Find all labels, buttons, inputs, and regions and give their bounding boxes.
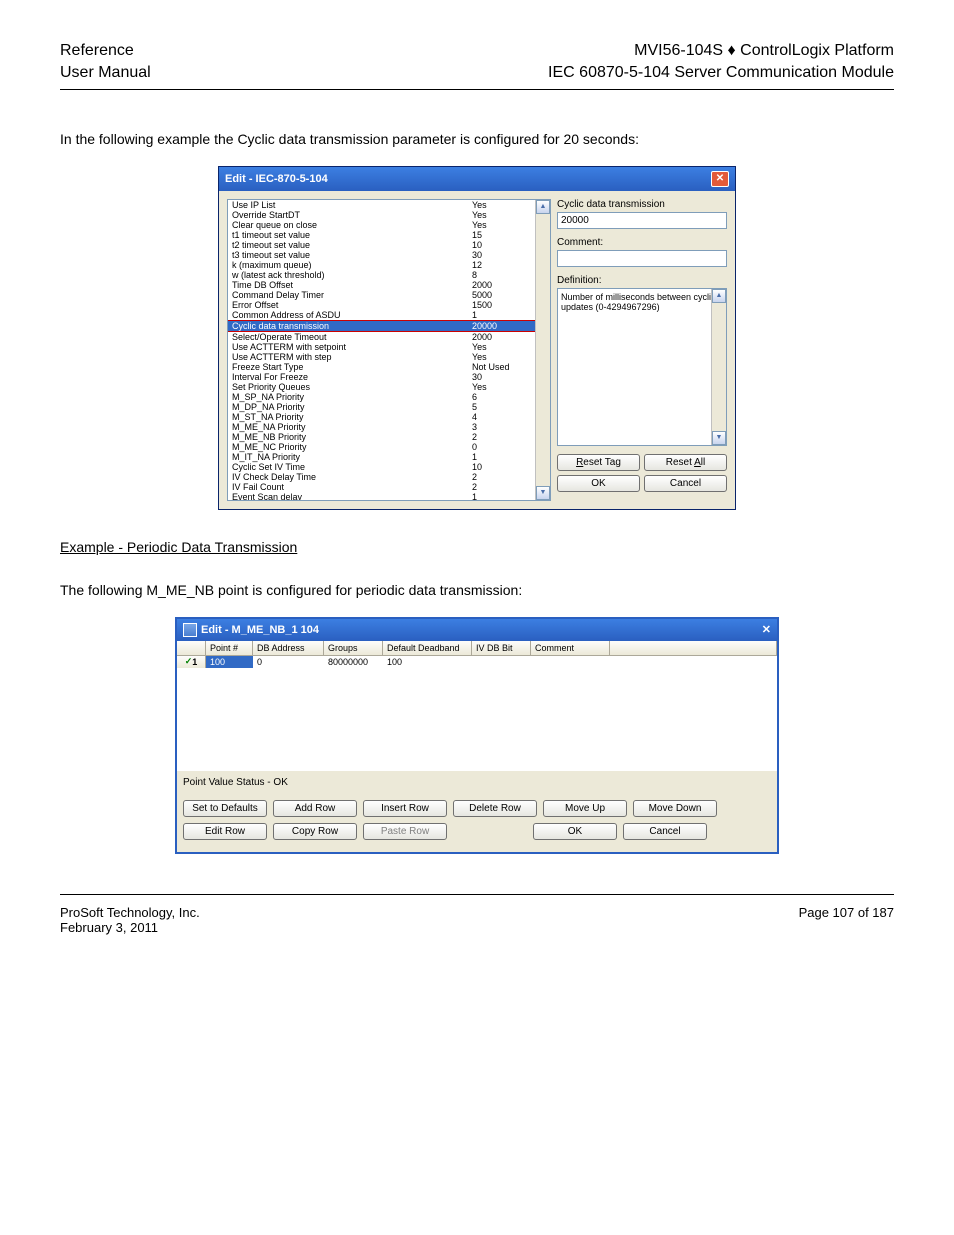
- reset-tag-button[interactable]: Reset Tag: [557, 454, 640, 471]
- param-row[interactable]: Common Address of ASDU1: [228, 310, 536, 320]
- param-row[interactable]: M_ST_NA Priority4: [228, 412, 536, 422]
- points-grid[interactable]: Point # DB Address Groups Default Deadba…: [177, 641, 777, 771]
- param-row[interactable]: Use ACTTERM with stepYes: [228, 352, 536, 362]
- param-row[interactable]: IV Check Delay Time2: [228, 472, 536, 482]
- param-row[interactable]: t1 timeout set value15: [228, 230, 536, 240]
- col-comment[interactable]: Comment: [531, 641, 610, 655]
- param-row[interactable]: Clear queue on closeYes: [228, 220, 536, 230]
- ok-button[interactable]: OK: [533, 823, 617, 840]
- cancel-button[interactable]: Cancel: [623, 823, 707, 840]
- intro-text: In the following example the Cyclic data…: [60, 130, 894, 150]
- param-row[interactable]: IV Fail Count2: [228, 482, 536, 492]
- header-left-bottom: User Manual: [60, 62, 151, 84]
- param-row[interactable]: M_DP_NA Priority5: [228, 402, 536, 412]
- header-left-top: Reference: [60, 40, 151, 62]
- comment-label: Comment:: [557, 237, 727, 248]
- edit-row-button[interactable]: Edit Row: [183, 823, 267, 840]
- param-row[interactable]: Set Priority QueuesYes: [228, 382, 536, 392]
- dialog1-title: Edit - IEC-870-5-104: [225, 173, 328, 185]
- param-row[interactable]: Cyclic Set IV Time10: [228, 462, 536, 472]
- param-row[interactable]: M_SP_NA Priority6: [228, 392, 536, 402]
- set-defaults-button[interactable]: Set to Defaults: [183, 800, 267, 817]
- definition-label: Definition:: [557, 275, 727, 286]
- param-row[interactable]: M_ME_NB Priority2: [228, 432, 536, 442]
- param-row[interactable]: Event Scan delay1: [228, 492, 536, 500]
- example-heading: Example - Periodic Data Transmission: [60, 538, 297, 558]
- add-row-button[interactable]: Add Row: [273, 800, 357, 817]
- param-value-input[interactable]: [557, 212, 727, 229]
- edit-iec-dialog: Edit - IEC-870-5-104 ✕ Use IP ListYesOve…: [218, 166, 736, 510]
- parameter-list[interactable]: Use IP ListYesOverride StartDTYesClear q…: [227, 199, 551, 501]
- footer-page: Page 107 of 187: [799, 905, 894, 935]
- param-row[interactable]: Override StartDTYes: [228, 210, 536, 220]
- footer-date: February 3, 2011: [60, 920, 200, 935]
- copy-row-button[interactable]: Copy Row: [273, 823, 357, 840]
- comment-input[interactable]: [557, 250, 727, 267]
- footer-company: ProSoft Technology, Inc.: [60, 905, 200, 920]
- param-row[interactable]: Select/Operate Timeout2000: [228, 332, 536, 342]
- ok-button[interactable]: OK: [557, 475, 640, 492]
- param-row[interactable]: Interval For Freeze30: [228, 372, 536, 382]
- edit-me-nb-dialog: Edit - M_ME_NB_1 104 ✕ Point # DB Addres…: [175, 617, 779, 854]
- param-row[interactable]: k (maximum queue)12: [228, 260, 536, 270]
- param-row[interactable]: Freeze Start TypeNot Used: [228, 362, 536, 372]
- param-row[interactable]: Use ACTTERM with setpointYes: [228, 342, 536, 352]
- col-groups[interactable]: Groups: [324, 641, 383, 655]
- table-row[interactable]: ✓1 100 0 80000000 100: [177, 656, 777, 668]
- window-icon: [183, 623, 197, 637]
- cancel-button[interactable]: Cancel: [644, 475, 727, 492]
- col-deadband[interactable]: Default Deadband: [383, 641, 472, 655]
- status-text: Point Value Status - OK: [177, 771, 777, 794]
- param-row[interactable]: Cyclic data transmission20000: [228, 320, 536, 332]
- param-row[interactable]: Use IP ListYes: [228, 200, 536, 210]
- dialog2-title: Edit - M_ME_NB_1 104: [201, 624, 319, 636]
- param-row[interactable]: M_IT_NA Priority1: [228, 452, 536, 462]
- param-row[interactable]: w (latest ack threshold)8: [228, 270, 536, 280]
- param-row[interactable]: M_ME_NC Priority0: [228, 442, 536, 452]
- mid-text: The following M_ME_NB point is configure…: [60, 581, 894, 601]
- param-row[interactable]: Error Offset1500: [228, 300, 536, 310]
- col-point[interactable]: Point #: [206, 641, 253, 655]
- close-icon[interactable]: ✕: [711, 171, 729, 187]
- move-down-button[interactable]: Move Down: [633, 800, 717, 817]
- scroll-up-icon[interactable]: ▲: [536, 200, 550, 214]
- param-row[interactable]: t3 timeout set value30: [228, 250, 536, 260]
- definition-box: Number of milliseconds between cyclic up…: [557, 288, 727, 446]
- close-icon[interactable]: ✕: [762, 623, 771, 636]
- scroll-down-icon[interactable]: ▼: [536, 486, 550, 500]
- param-label: Cyclic data transmission: [557, 199, 727, 210]
- param-row[interactable]: t2 timeout set value10: [228, 240, 536, 250]
- header-right-top: MVI56-104S ♦ ControlLogix Platform: [548, 40, 894, 62]
- col-iv-db-bit[interactable]: IV DB Bit: [472, 641, 531, 655]
- scroll-up-icon[interactable]: ▲: [712, 289, 726, 303]
- reset-all-button[interactable]: Reset All: [644, 454, 727, 471]
- param-row[interactable]: Command Delay Timer5000: [228, 290, 536, 300]
- paste-row-button: Paste Row: [363, 823, 447, 840]
- delete-row-button[interactable]: Delete Row: [453, 800, 537, 817]
- insert-row-button[interactable]: Insert Row: [363, 800, 447, 817]
- move-up-button[interactable]: Move Up: [543, 800, 627, 817]
- scrollbar[interactable]: ▲ ▼: [535, 200, 550, 500]
- param-row[interactable]: M_ME_NA Priority3: [228, 422, 536, 432]
- header-right-bottom: IEC 60870-5-104 Server Communication Mod…: [548, 62, 894, 84]
- param-row[interactable]: Time DB Offset2000: [228, 280, 536, 290]
- scroll-down-icon[interactable]: ▼: [712, 431, 726, 445]
- col-db-address[interactable]: DB Address: [253, 641, 324, 655]
